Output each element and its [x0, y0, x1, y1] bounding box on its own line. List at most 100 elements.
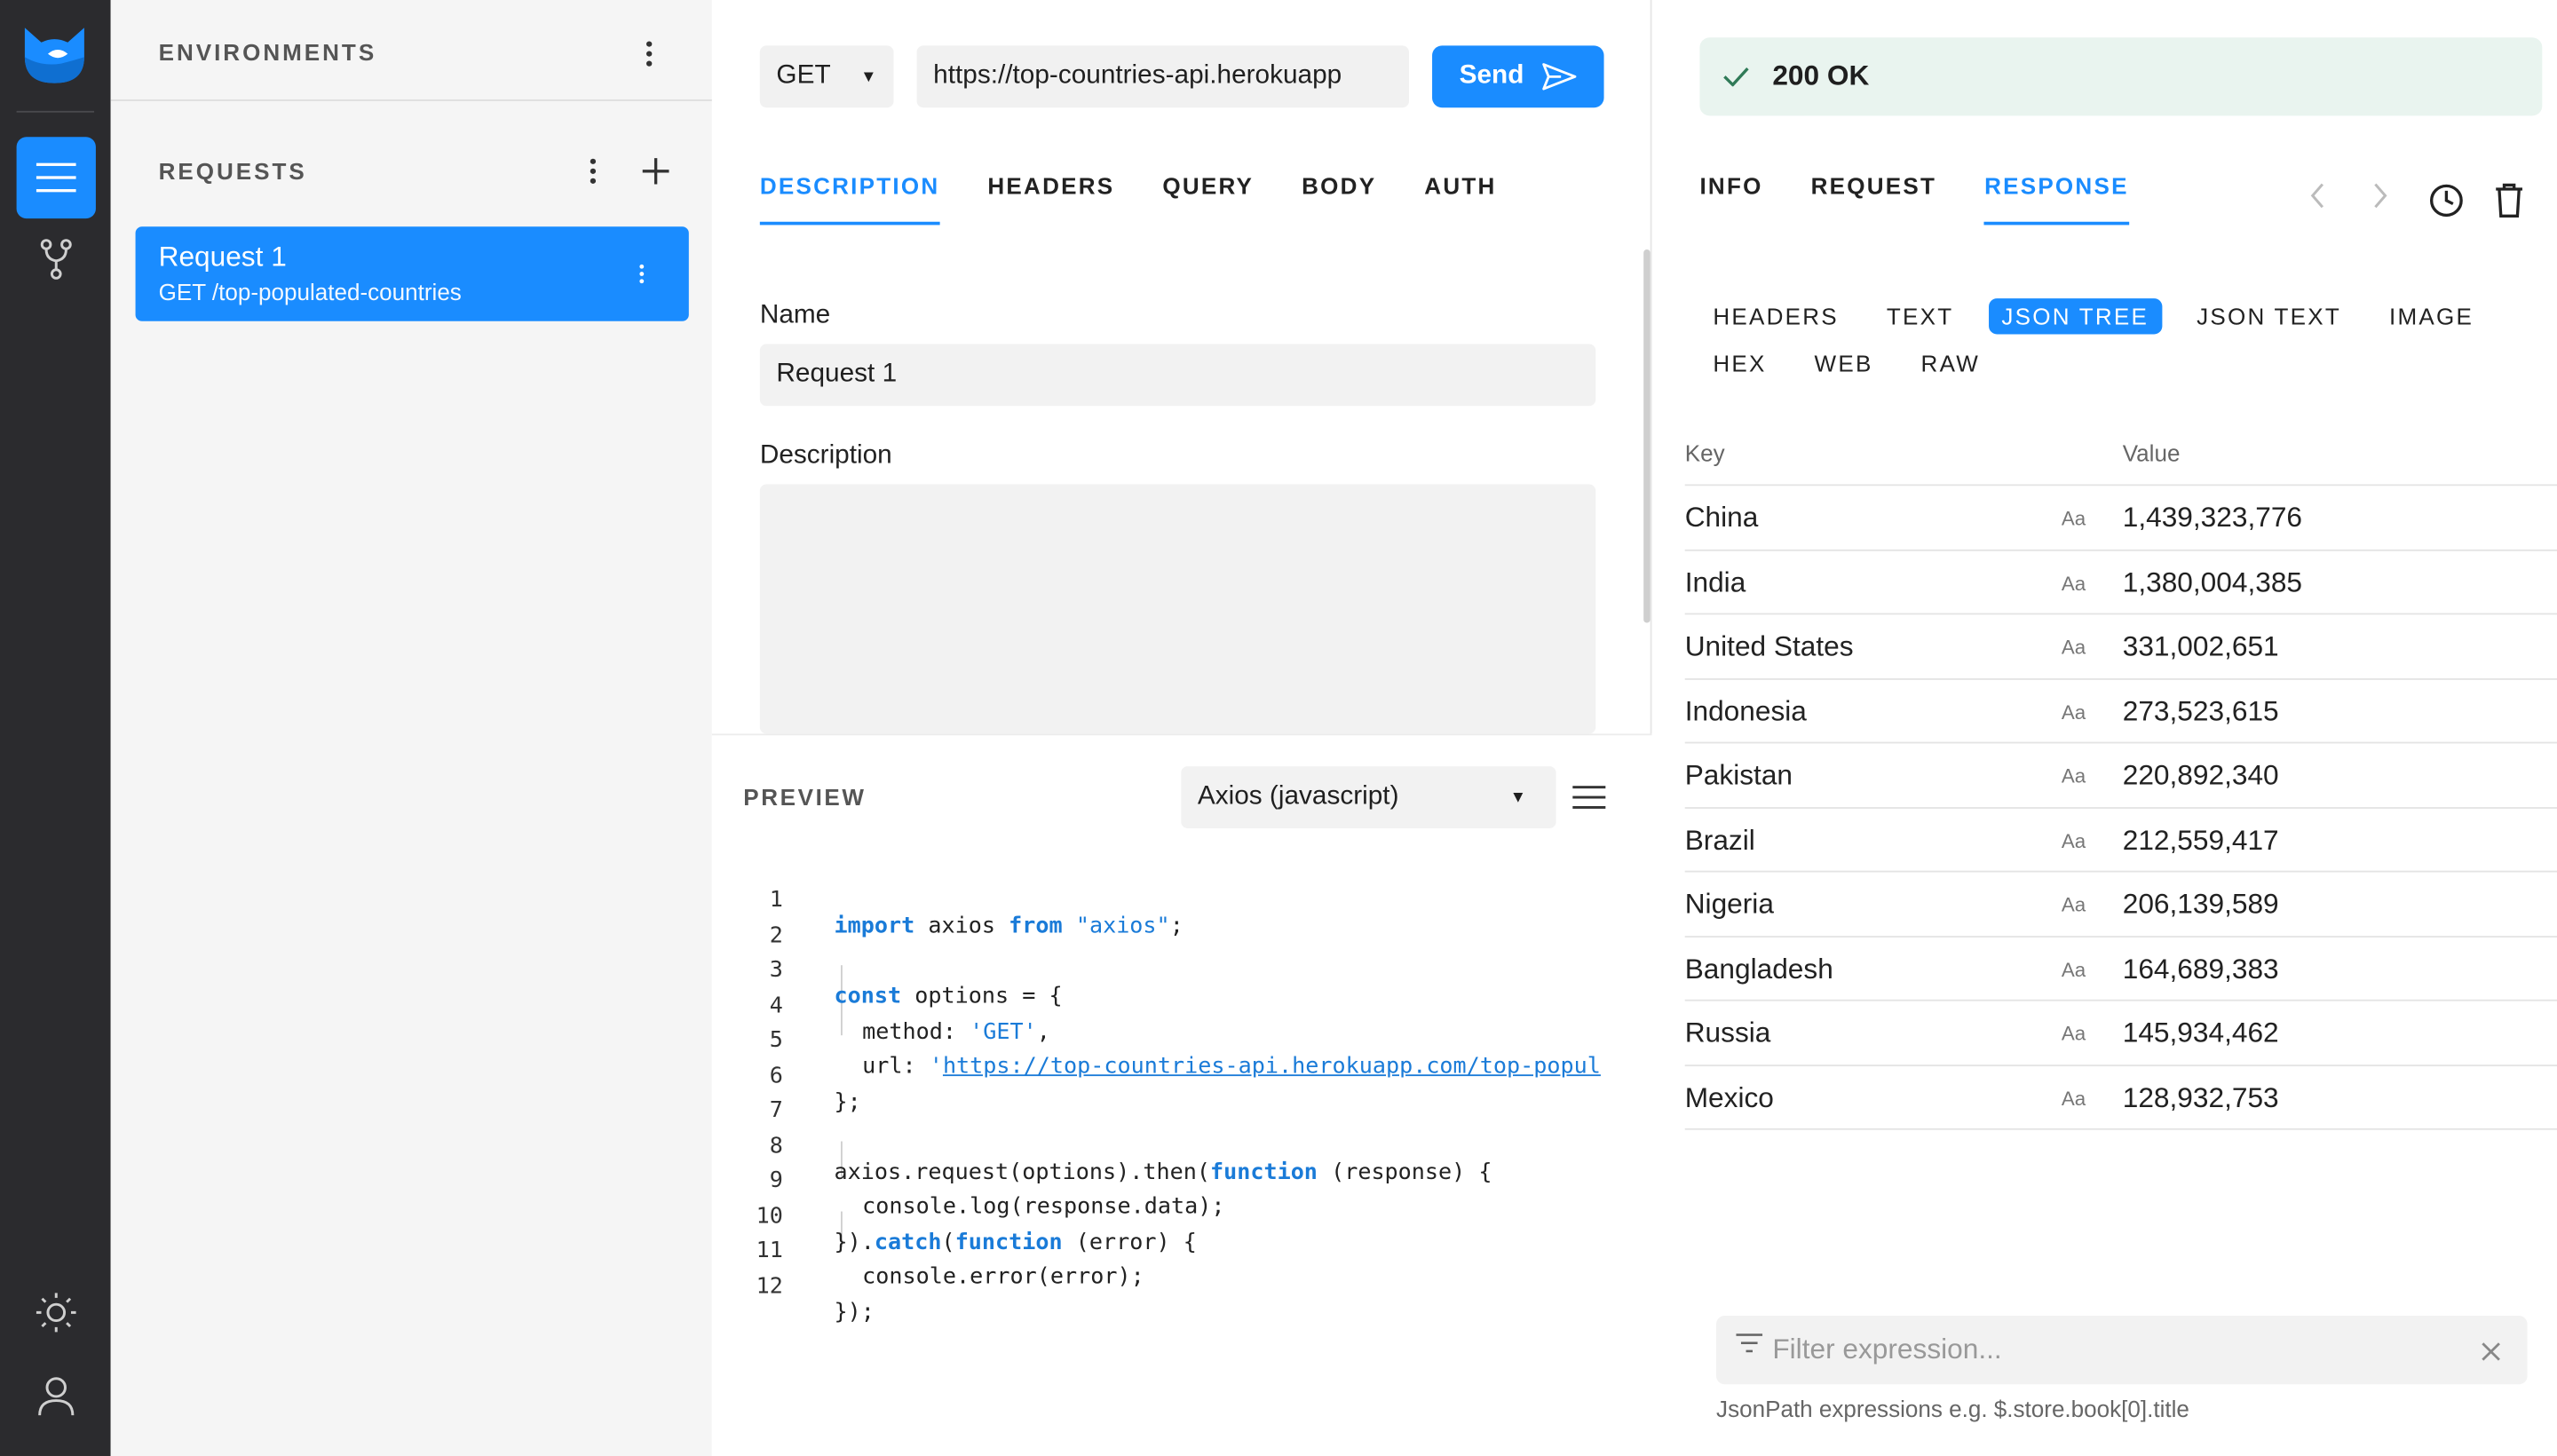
row-value: 212,559,417: [2122, 825, 2279, 857]
tab-description[interactable]: DESCRIPTION: [759, 173, 940, 226]
view-tabs-row-1: HEADERS TEXT JSON TREE JSON TEXT IMAGE: [1699, 298, 2508, 335]
view-tab-web[interactable]: WEB: [1801, 345, 1887, 381]
previous-response-button[interactable]: [2309, 183, 2326, 218]
tab-body[interactable]: BODY: [1302, 173, 1376, 226]
send-label: Send: [1459, 61, 1524, 91]
tab-auth[interactable]: AUTH: [1424, 173, 1496, 226]
add-request-button[interactable]: [639, 154, 672, 187]
request-editor: GET ▼ https://top-countries-api.herokuap…: [711, 0, 1652, 1456]
code-preview: PREVIEW Axios (javascript) ▼ 1 import ax…: [711, 733, 1652, 1456]
row-value: 331,002,651: [2122, 630, 2279, 662]
requests-view-button[interactable]: [16, 137, 96, 219]
caret-down-icon: ▼: [860, 67, 877, 86]
activity-separator: [16, 110, 95, 113]
type-badge: Aa: [2061, 1087, 2086, 1111]
send-arrow-icon: [1541, 63, 1576, 91]
request-list-item[interactable]: Request 1 GET /top-populated-countries: [135, 226, 689, 321]
key-column-header: Key: [1684, 439, 1725, 467]
request-tabs: DESCRIPTION HEADERS QUERY BODY AUTH: [759, 173, 1497, 226]
view-tab-raw[interactable]: RAW: [1908, 345, 1993, 381]
row-key: Mexico: [1684, 1082, 1774, 1114]
type-badge: Aa: [2061, 764, 2086, 788]
table-row[interactable]: Russia Aa 145,934,462: [1684, 999, 2557, 1064]
table-row[interactable]: United States Aa 331,002,651: [1684, 613, 2557, 678]
method-select[interactable]: GET ▼: [759, 45, 894, 108]
code-line: 5 url: 'https://top-countries-api.heroku…: [712, 1001, 1652, 1080]
theme-toggle-button[interactable]: [17, 1271, 96, 1353]
environments-menu-button[interactable]: [633, 37, 666, 70]
check-icon: [1723, 67, 1749, 87]
chevron-right-icon: [2374, 183, 2387, 209]
row-key: Bangladesh: [1684, 954, 1833, 985]
table-row[interactable]: Bangladesh Aa 164,689,383: [1684, 936, 2557, 1001]
table-row[interactable]: Nigeria Aa 206,139,589: [1684, 870, 2557, 936]
code-line: 8 axios.request(options).then(function (…: [712, 1106, 1652, 1184]
preview-menu-button[interactable]: [1572, 784, 1606, 819]
requests-menu-button[interactable]: [576, 154, 609, 187]
hamburger-icon: [1572, 786, 1606, 809]
code-line: 9 console.log(response.data);: [712, 1142, 1652, 1220]
close-icon: [2482, 1342, 2500, 1361]
filter-hint: JsonPath expressions e.g. $.store.book[0…: [1716, 1396, 2189, 1422]
table-row[interactable]: Pakistan Aa 220,892,340: [1684, 741, 2557, 807]
status-badge: 200 OK: [1699, 37, 2543, 116]
kebab-icon: [590, 158, 597, 184]
tab-info[interactable]: INFO: [1699, 173, 1762, 226]
next-response-button[interactable]: [2372, 183, 2389, 218]
view-tab-headers[interactable]: HEADERS: [1699, 298, 1851, 334]
type-badge: Aa: [2061, 700, 2086, 724]
table-row[interactable]: China Aa 1,439,323,776: [1684, 484, 2557, 549]
preview-heading: PREVIEW: [743, 784, 867, 811]
code-token: });: [834, 1298, 875, 1325]
type-badge: Aa: [2061, 636, 2086, 659]
view-tab-hex[interactable]: HEX: [1699, 345, 1779, 381]
caret-down-icon: ▼: [1509, 787, 1527, 807]
filter-input[interactable]: Filter expression...: [1716, 1316, 2528, 1385]
table-row[interactable]: Mexico Aa 128,932,753: [1684, 1064, 2557, 1129]
row-value: 273,523,615: [2122, 696, 2279, 728]
status-text: 200 OK: [1772, 59, 1870, 91]
name-input[interactable]: Request 1: [759, 344, 1596, 407]
clear-button[interactable]: [2494, 183, 2523, 227]
type-badge: Aa: [2061, 572, 2086, 596]
tab-query[interactable]: QUERY: [1162, 173, 1254, 226]
environments-heading: ENVIRONMENTS: [158, 39, 377, 66]
table-row[interactable]: India Aa 1,380,004,385: [1684, 549, 2557, 614]
requests-heading: REQUESTS: [158, 158, 307, 185]
row-value: 164,689,383: [2122, 954, 2279, 985]
sun-icon: [36, 1293, 76, 1333]
name-label: Name: [759, 301, 831, 329]
environments-view-button[interactable]: [17, 218, 96, 300]
row-key: Nigeria: [1684, 888, 1774, 920]
tab-headers[interactable]: HEADERS: [987, 173, 1114, 226]
code-line: 3 const options = {: [712, 931, 1652, 1009]
view-tab-text[interactable]: TEXT: [1873, 298, 1967, 334]
tab-request[interactable]: REQUEST: [1811, 173, 1937, 226]
send-button[interactable]: Send: [1432, 45, 1604, 108]
kebab-icon: [646, 41, 653, 67]
table-bottom-border: [1684, 1128, 2557, 1130]
tab-response[interactable]: RESPONSE: [1984, 173, 2130, 226]
view-tab-json-tree[interactable]: JSON TREE: [1988, 298, 2163, 335]
request-item-menu-button[interactable]: [624, 257, 657, 290]
language-value: Axios (javascript): [1197, 782, 1399, 811]
editor-scrollbar[interactable]: [1643, 249, 1651, 623]
activity-bar: [0, 0, 111, 1456]
row-value: 1,380,004,385: [2122, 567, 2303, 598]
table-row[interactable]: Indonesia Aa 273,523,615: [1684, 677, 2557, 743]
filter-icon: [1736, 1333, 1763, 1353]
description-input[interactable]: [759, 484, 1596, 734]
url-input[interactable]: https://top-countries-api.herokuapp: [916, 45, 1410, 108]
history-button[interactable]: [2428, 183, 2465, 227]
value-column-header: Value: [2122, 439, 2181, 467]
view-tab-json-text[interactable]: JSON TEXT: [2183, 298, 2355, 334]
sidebar: ENVIRONMENTS REQUESTS Request 1 GET /top…: [110, 0, 712, 1456]
response-panel: 200 OK INFO REQUEST RESPONSE HEADERS TEX…: [1653, 0, 2557, 1456]
filter-placeholder: Filter expression...: [1772, 1333, 2002, 1365]
language-select[interactable]: Axios (javascript) ▼: [1181, 766, 1556, 828]
table-row[interactable]: Brazil Aa 212,559,417: [1684, 807, 2557, 872]
view-tab-image[interactable]: IMAGE: [2376, 298, 2487, 334]
account-button[interactable]: [17, 1355, 96, 1436]
row-value: 1,439,323,776: [2122, 502, 2303, 534]
clear-filter-button[interactable]: [2481, 1337, 2500, 1370]
